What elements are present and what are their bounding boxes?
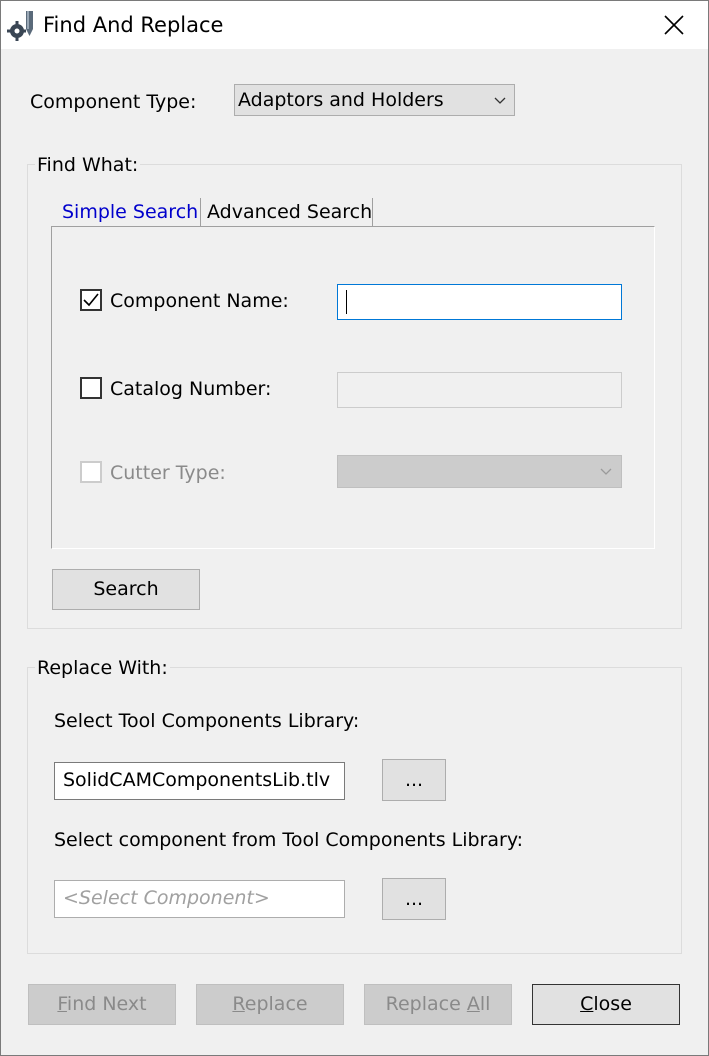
component-name-label: Component Name: (110, 290, 289, 312)
select-component-placeholder: <Select Component> (63, 887, 270, 909)
close-mnemonic: C (580, 993, 594, 1015)
catalog-number-checkbox[interactable] (80, 377, 102, 399)
component-name-input[interactable] (337, 284, 622, 320)
component-type-label: Component Type: (30, 91, 197, 113)
text-caret (346, 290, 347, 314)
find-next-mnemonic: F (57, 993, 67, 1015)
replace-all-label-rest: ll (479, 993, 491, 1015)
library-browse-button[interactable]: ... (382, 759, 446, 801)
catalog-number-label: Catalog Number: (110, 378, 272, 400)
catalog-number-input[interactable] (337, 372, 622, 408)
tab-divider (200, 198, 201, 226)
cutter-type-checkbox[interactable] (80, 461, 102, 483)
find-and-replace-dialog: Find And Replace Component Type: Adaptor… (0, 0, 709, 1056)
replace-button[interactable]: Replace (196, 984, 344, 1025)
find-what-label: Find What: (35, 154, 141, 176)
find-next-button[interactable]: Find Next (28, 984, 176, 1025)
library-value: SolidCAMComponentsLib.tlv (63, 769, 331, 791)
tab-simple-search[interactable]: Simple Search (62, 201, 198, 223)
component-label: Select component from Tool Components Li… (54, 829, 524, 851)
cutter-type-label: Cutter Type: (110, 462, 226, 484)
replace-with-label: Replace With: (35, 657, 170, 679)
chevron-down-icon (494, 97, 506, 104)
close-label-rest: lose (593, 993, 632, 1015)
component-name-checkbox[interactable] (80, 289, 102, 311)
find-next-label-rest: ind Next (66, 993, 147, 1015)
library-label: Select Tool Components Library: (54, 710, 360, 732)
close-button[interactable]: Close (532, 984, 680, 1025)
title-bar: Find And Replace (1, 1, 708, 49)
replace-mnemonic: R (232, 993, 245, 1015)
replace-label-rest: eplace (244, 993, 308, 1015)
replace-all-mnemonic: A (466, 993, 480, 1015)
library-input[interactable]: SolidCAMComponentsLib.tlv (54, 762, 345, 800)
chevron-down-icon (600, 468, 612, 475)
search-button[interactable]: Search (52, 569, 200, 610)
window-title: Find And Replace (43, 13, 224, 37)
replace-all-button[interactable]: Replace All (364, 984, 512, 1025)
replace-all-label-start: Replace (385, 993, 467, 1015)
tab-advanced-search[interactable]: Advanced Search (207, 201, 372, 223)
select-component-input[interactable]: <Select Component> (54, 880, 345, 918)
cutter-type-select[interactable] (337, 455, 622, 488)
component-type-value: Adaptors and Holders (238, 89, 444, 111)
close-icon[interactable] (656, 7, 692, 43)
solidcam-tool-gear-icon (7, 11, 33, 41)
component-browse-button[interactable]: ... (382, 878, 446, 920)
component-type-select[interactable]: Adaptors and Holders (234, 84, 515, 116)
checkmark-icon (83, 293, 99, 307)
